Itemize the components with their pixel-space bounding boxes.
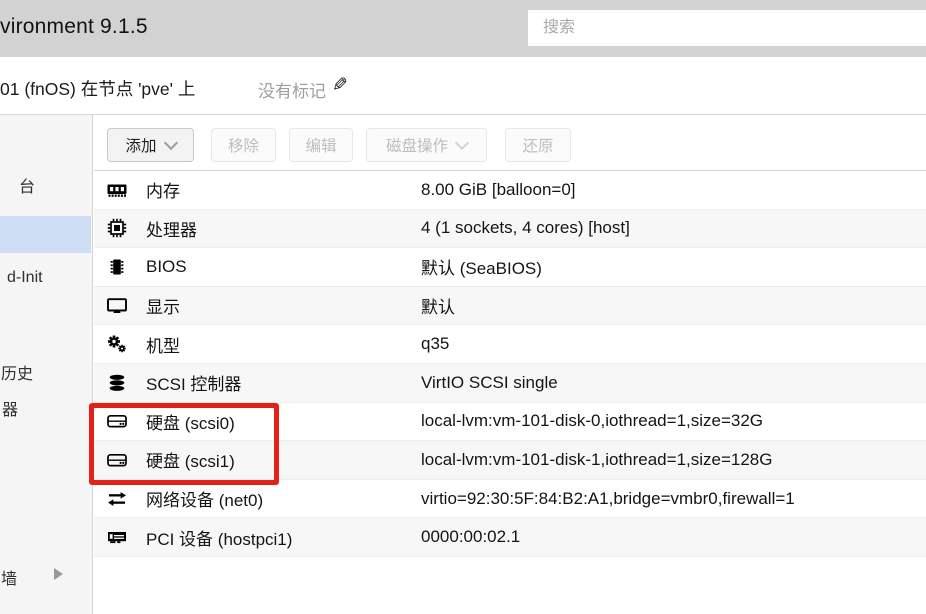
content-area: 台 d-Init 历史 器 墙 添加 移除 编辑 磁盘操作 还原 内存 8.00…	[0, 114, 926, 614]
row-label: 硬盘 (scsi0)	[146, 413, 235, 433]
row-label: 处理器	[146, 220, 197, 240]
pci-card-icon	[107, 527, 127, 547]
row-value: 默认 (SeaBIOS)	[421, 259, 542, 279]
row-value: local-lvm:vm-101-disk-1,iothread=1,size=…	[421, 449, 773, 469]
table-row-memory[interactable]: 内存 8.00 GiB [balloon=0]	[94, 171, 926, 210]
table-row-pci-device[interactable]: PCI 设备 (hostpci1) 0000:00:02.1	[94, 518, 926, 557]
row-label: 机型	[146, 336, 180, 356]
row-value: 8.00 GiB [balloon=0]	[421, 179, 576, 199]
row-label: PCI 设备 (hostpci1)	[146, 529, 293, 549]
expand-arrow-icon[interactable]	[54, 568, 63, 580]
bios-chip-icon	[107, 257, 127, 277]
remove-button[interactable]: 移除	[211, 128, 276, 162]
hdd-icon	[107, 411, 127, 431]
cogs-icon	[107, 334, 127, 354]
table-row-processor[interactable]: 处理器 4 (1 sockets, 4 cores) [host]	[94, 209, 926, 249]
row-value: 4 (1 sockets, 4 cores) [host]	[421, 218, 630, 238]
chevron-down-icon	[163, 135, 178, 150]
top-header: vironment 9.1.5	[0, 0, 926, 57]
table-row-network-device[interactable]: 网络设备 (net0) virtio=92:30:5F:84:B2:A1,bri…	[94, 479, 926, 519]
edit-button-label: 编辑	[305, 138, 337, 155]
app-title: vironment 9.1.5	[0, 15, 148, 38]
hardware-panel: 添加 移除 编辑 磁盘操作 还原 内存 8.00 GiB [balloon=0]…	[94, 115, 926, 614]
toolbar: 添加 移除 编辑 磁盘操作 还原	[94, 115, 926, 171]
search-input[interactable]	[528, 10, 926, 46]
row-label: SCSI 控制器	[146, 375, 242, 395]
table-row-bios[interactable]: BIOS 默认 (SeaBIOS)	[94, 248, 926, 287]
exchange-icon	[107, 489, 127, 509]
disk-action-button[interactable]: 磁盘操作	[366, 128, 487, 162]
sidebar-item-console[interactable]: 台	[19, 173, 35, 197]
row-value: virtio=92:30:5F:84:B2:A1,bridge=vmbr0,fi…	[421, 488, 795, 508]
row-value: 0000:00:02.1	[421, 527, 521, 547]
sidebar-item-monitor[interactable]: 器	[2, 396, 18, 420]
sidebar-item-cloud-init[interactable]: d-Init	[7, 269, 43, 287]
vm-title: 01 (fnOS) 在节点 'pve' 上	[0, 79, 196, 99]
row-label: BIOS	[146, 256, 187, 276]
row-label: 网络设备 (net0)	[146, 491, 264, 511]
revert-button-label: 还原	[522, 138, 554, 155]
row-label: 内存	[146, 182, 180, 202]
revert-button[interactable]: 还原	[505, 128, 571, 162]
edit-tags-pencil-icon[interactable]: ✎	[332, 74, 348, 97]
database-icon	[107, 373, 127, 393]
chevron-down-icon	[454, 135, 470, 150]
table-row-scsi-controller[interactable]: SCSI 控制器 VirtIO SCSI single	[94, 363, 926, 403]
table-row-hard-disk-scsi1[interactable]: 硬盘 (scsi1) local-lvm:vm-101-disk-1,iothr…	[94, 441, 926, 480]
row-value: VirtIO SCSI single	[421, 372, 558, 392]
table-row-machine[interactable]: 机型 q35	[94, 325, 926, 364]
add-button-label: 添加	[125, 138, 157, 155]
table-row-display[interactable]: 显示 默认	[94, 286, 926, 326]
remove-button-label: 移除	[227, 138, 259, 155]
memory-icon	[107, 180, 127, 200]
proxmox-app: vironment 9.1.5 01 (fnOS) 在节点 'pve' 上 没有…	[0, 0, 926, 614]
hdd-icon	[107, 450, 127, 470]
tags-label: 没有标记	[258, 82, 326, 101]
display-icon	[107, 296, 127, 316]
table-row-hard-disk-scsi0[interactable]: 硬盘 (scsi0) local-lvm:vm-101-disk-0,iothr…	[94, 402, 926, 442]
breadcrumb-bar: 01 (fnOS) 在节点 'pve' 上 没有标记 ✎	[0, 57, 926, 114]
row-label: 显示	[146, 298, 180, 318]
edit-button[interactable]: 编辑	[289, 128, 353, 162]
sidebar-menu: 台 d-Init 历史 器 墙	[0, 115, 93, 614]
sidebar-item-hardware-selected[interactable]	[0, 216, 91, 253]
add-button[interactable]: 添加	[107, 128, 194, 162]
hardware-table: 内存 8.00 GiB [balloon=0] 处理器 4 (1 sockets…	[94, 171, 926, 557]
row-label: 硬盘 (scsi1)	[146, 452, 235, 472]
sidebar-item-firewall[interactable]: 墙	[1, 565, 17, 589]
cpu-icon	[107, 218, 127, 238]
row-value: q35	[421, 334, 450, 354]
row-value: local-lvm:vm-101-disk-0,iothread=1,size=…	[421, 411, 764, 431]
sidebar-item-task-history[interactable]: 历史	[1, 360, 33, 384]
row-value: 默认	[421, 298, 455, 318]
disk-action-button-label: 磁盘操作	[385, 138, 448, 155]
